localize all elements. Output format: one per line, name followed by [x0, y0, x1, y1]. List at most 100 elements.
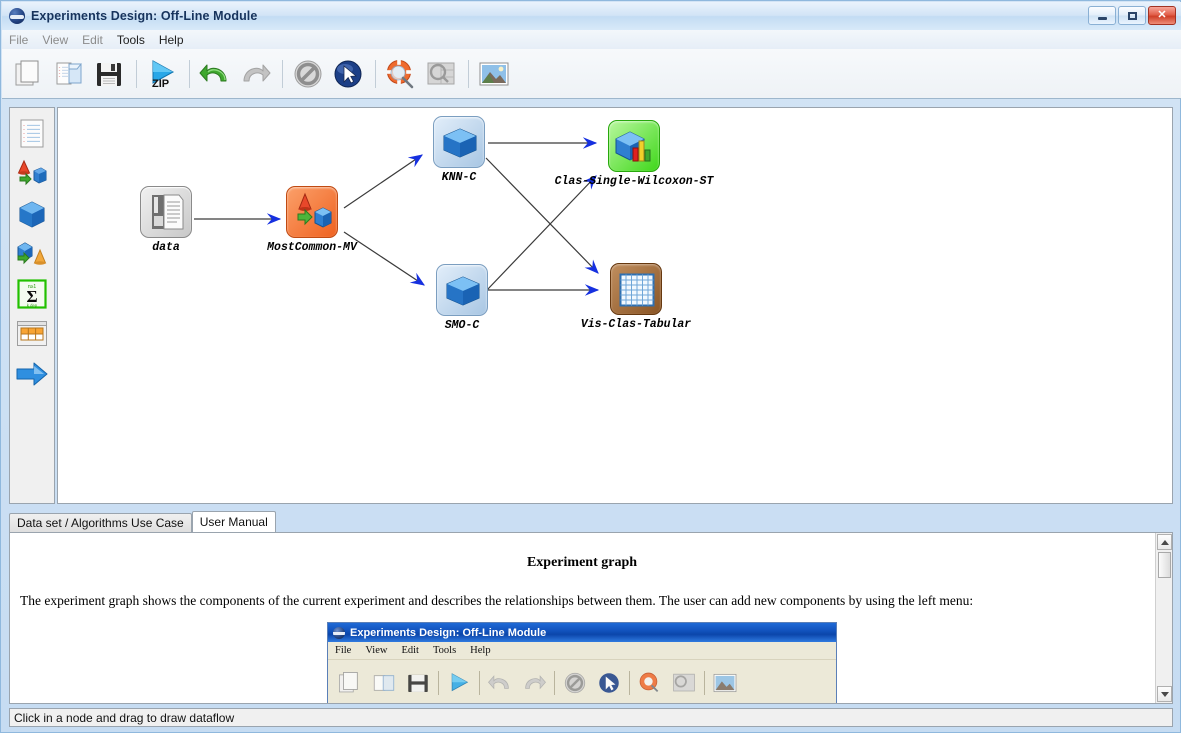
- blue-cube-icon: [443, 128, 477, 158]
- embedded-zip-icon: [442, 666, 476, 700]
- delete-button: [289, 54, 327, 94]
- embedded-window-title: Experiments Design: Off-Line Module: [350, 626, 547, 639]
- embedded-toolbar-separator: [479, 671, 480, 695]
- app-globe-icon: [9, 8, 25, 24]
- node-box: [608, 120, 660, 172]
- application-window: Experiments Design: Off-Line Module ✕ Fi…: [0, 0, 1181, 733]
- embedded-cursor-icon: [592, 666, 626, 700]
- embedded-menu-tools: Tools: [432, 645, 457, 656]
- maximize-button[interactable]: [1118, 6, 1146, 25]
- preview-table-button: [422, 54, 460, 94]
- magnifier-table-icon: [427, 62, 455, 84]
- undo-button[interactable]: [196, 54, 234, 94]
- scroll-up-button[interactable]: [1157, 534, 1172, 550]
- manual-paragraph: The experiment graph shows the component…: [20, 593, 974, 608]
- menu-tools[interactable]: Tools: [110, 31, 152, 49]
- embedded-menu-view: View: [365, 645, 388, 656]
- tab-dataset-algorithms-use-case[interactable]: Data set / Algorithms Use Case: [9, 513, 192, 532]
- close-button[interactable]: ✕: [1148, 6, 1176, 25]
- node-label: KNN-C: [441, 171, 477, 184]
- edge-mv-knn: [343, 154, 423, 209]
- edge-smo-wilcoxon: [486, 175, 597, 291]
- bottom-tab-strip: Data set / Algorithms Use Case User Manu…: [9, 511, 1173, 532]
- palette-statistics[interactable]: n≥1 Σ k dep: [12, 274, 52, 314]
- cone-arrow-cube-icon: [297, 192, 332, 228]
- embedded-floppy-icon: [401, 666, 435, 700]
- menu-help[interactable]: Help: [152, 31, 191, 49]
- graph-node-knn-c[interactable]: KNN-C: [433, 116, 485, 184]
- palette-visualization[interactable]: [12, 314, 52, 354]
- brown-grid-icon: [619, 273, 655, 307]
- redo-arrow-icon: [243, 64, 271, 81]
- manual-vertical-scrollbar[interactable]: [1155, 533, 1172, 703]
- experiment-graph-canvas[interactable]: data MostCommon-MV KNN-C SMO-C Clas-Sing…: [57, 107, 1173, 504]
- palette-connector[interactable]: [12, 354, 52, 394]
- picture-icon: [479, 62, 509, 85]
- palette-preprocessing[interactable]: [12, 154, 52, 194]
- node-box: [436, 264, 488, 316]
- chevron-down-icon: [1160, 691, 1169, 697]
- scrollbar-thumb[interactable]: [1158, 552, 1171, 578]
- node-label: Clas-Single-Wilcoxon-ST: [554, 175, 714, 188]
- inspect-button[interactable]: [382, 54, 420, 94]
- palette-algorithm[interactable]: [12, 194, 52, 234]
- prohibition-icon: [294, 60, 322, 87]
- new-document-button[interactable]: [10, 54, 48, 94]
- graph-node-mostcommon-mv[interactable]: MostCommon-MV: [267, 186, 357, 254]
- graph-node-vis-clas-tabular[interactable]: Vis-Clas-Tabular: [581, 263, 691, 331]
- embedded-toolbar-separator: [554, 671, 555, 695]
- cube-to-cone-icon: [17, 242, 47, 265]
- embedded-magnifier-table-icon: [667, 666, 701, 700]
- graph-node-clas-single-wilcoxon-st[interactable]: Clas-Single-Wilcoxon-ST: [555, 120, 713, 188]
- window-title: Experiments Design: Off-Line Module: [31, 9, 258, 23]
- embedded-redo-icon: [517, 666, 551, 700]
- toolbar-separator: [282, 59, 283, 88]
- embedded-menu-help: Help: [470, 645, 491, 656]
- embedded-prohibition-icon: [558, 666, 592, 700]
- node-label: Vis-Clas-Tabular: [580, 318, 692, 331]
- palette-dataset[interactable]: [12, 114, 52, 154]
- embedded-toolbar-separator: [438, 671, 439, 695]
- export-zip-button[interactable]: ZIP: [143, 54, 181, 94]
- open-folder-icon: [56, 62, 83, 84]
- toolbar-separator: [468, 59, 469, 88]
- node-box: [610, 263, 662, 315]
- select-cursor-button[interactable]: [329, 54, 367, 94]
- tab-user-manual[interactable]: User Manual: [191, 511, 276, 532]
- minimize-button[interactable]: [1088, 6, 1116, 25]
- toolbar: ZIP: [2, 49, 1181, 99]
- embedded-toolbar-separator: [629, 671, 630, 695]
- chevron-up-icon: [1160, 539, 1169, 545]
- toolbar-separator: [136, 59, 137, 88]
- graph-node-data[interactable]: data: [140, 186, 192, 254]
- save-button[interactable]: [90, 54, 128, 94]
- grey-document-icon: [152, 194, 184, 230]
- embedded-open-folder-icon: [367, 666, 401, 700]
- blue-cube-icon: [446, 276, 480, 306]
- edge-mv-smo: [343, 231, 426, 286]
- menu-view[interactable]: View: [35, 31, 75, 49]
- redo-button: [236, 54, 274, 94]
- scroll-down-button[interactable]: [1157, 686, 1172, 702]
- lifebuoy-magnifier-icon: [386, 59, 414, 88]
- floppy-disk-icon: [97, 62, 121, 86]
- close-icon: ✕: [1157, 9, 1167, 21]
- cube-barchart-icon: [615, 131, 651, 162]
- palette-postprocessing[interactable]: [12, 234, 52, 274]
- embedded-undo-icon: [483, 666, 517, 700]
- node-label: data: [152, 241, 180, 254]
- svg-text:ZIP: ZIP: [152, 78, 169, 90]
- cursor-arrow-icon: [334, 60, 362, 87]
- menu-file[interactable]: File: [2, 31, 35, 49]
- window-controls: ✕: [1088, 6, 1176, 25]
- zip-export-icon: ZIP: [152, 59, 175, 90]
- embedded-app-globe-icon: [333, 626, 345, 639]
- image-view-button[interactable]: [475, 54, 513, 94]
- status-bar: Click in a node and drag to draw dataflo…: [9, 708, 1173, 727]
- open-document-button[interactable]: [50, 54, 88, 94]
- svg-text:k dep: k dep: [27, 303, 38, 308]
- menu-edit[interactable]: Edit: [75, 31, 110, 49]
- title-bar: Experiments Design: Off-Line Module ✕: [2, 2, 1181, 31]
- graph-node-smo-c[interactable]: SMO-C: [436, 264, 488, 332]
- status-message: Click in a node and drag to draw dataflo…: [14, 710, 235, 725]
